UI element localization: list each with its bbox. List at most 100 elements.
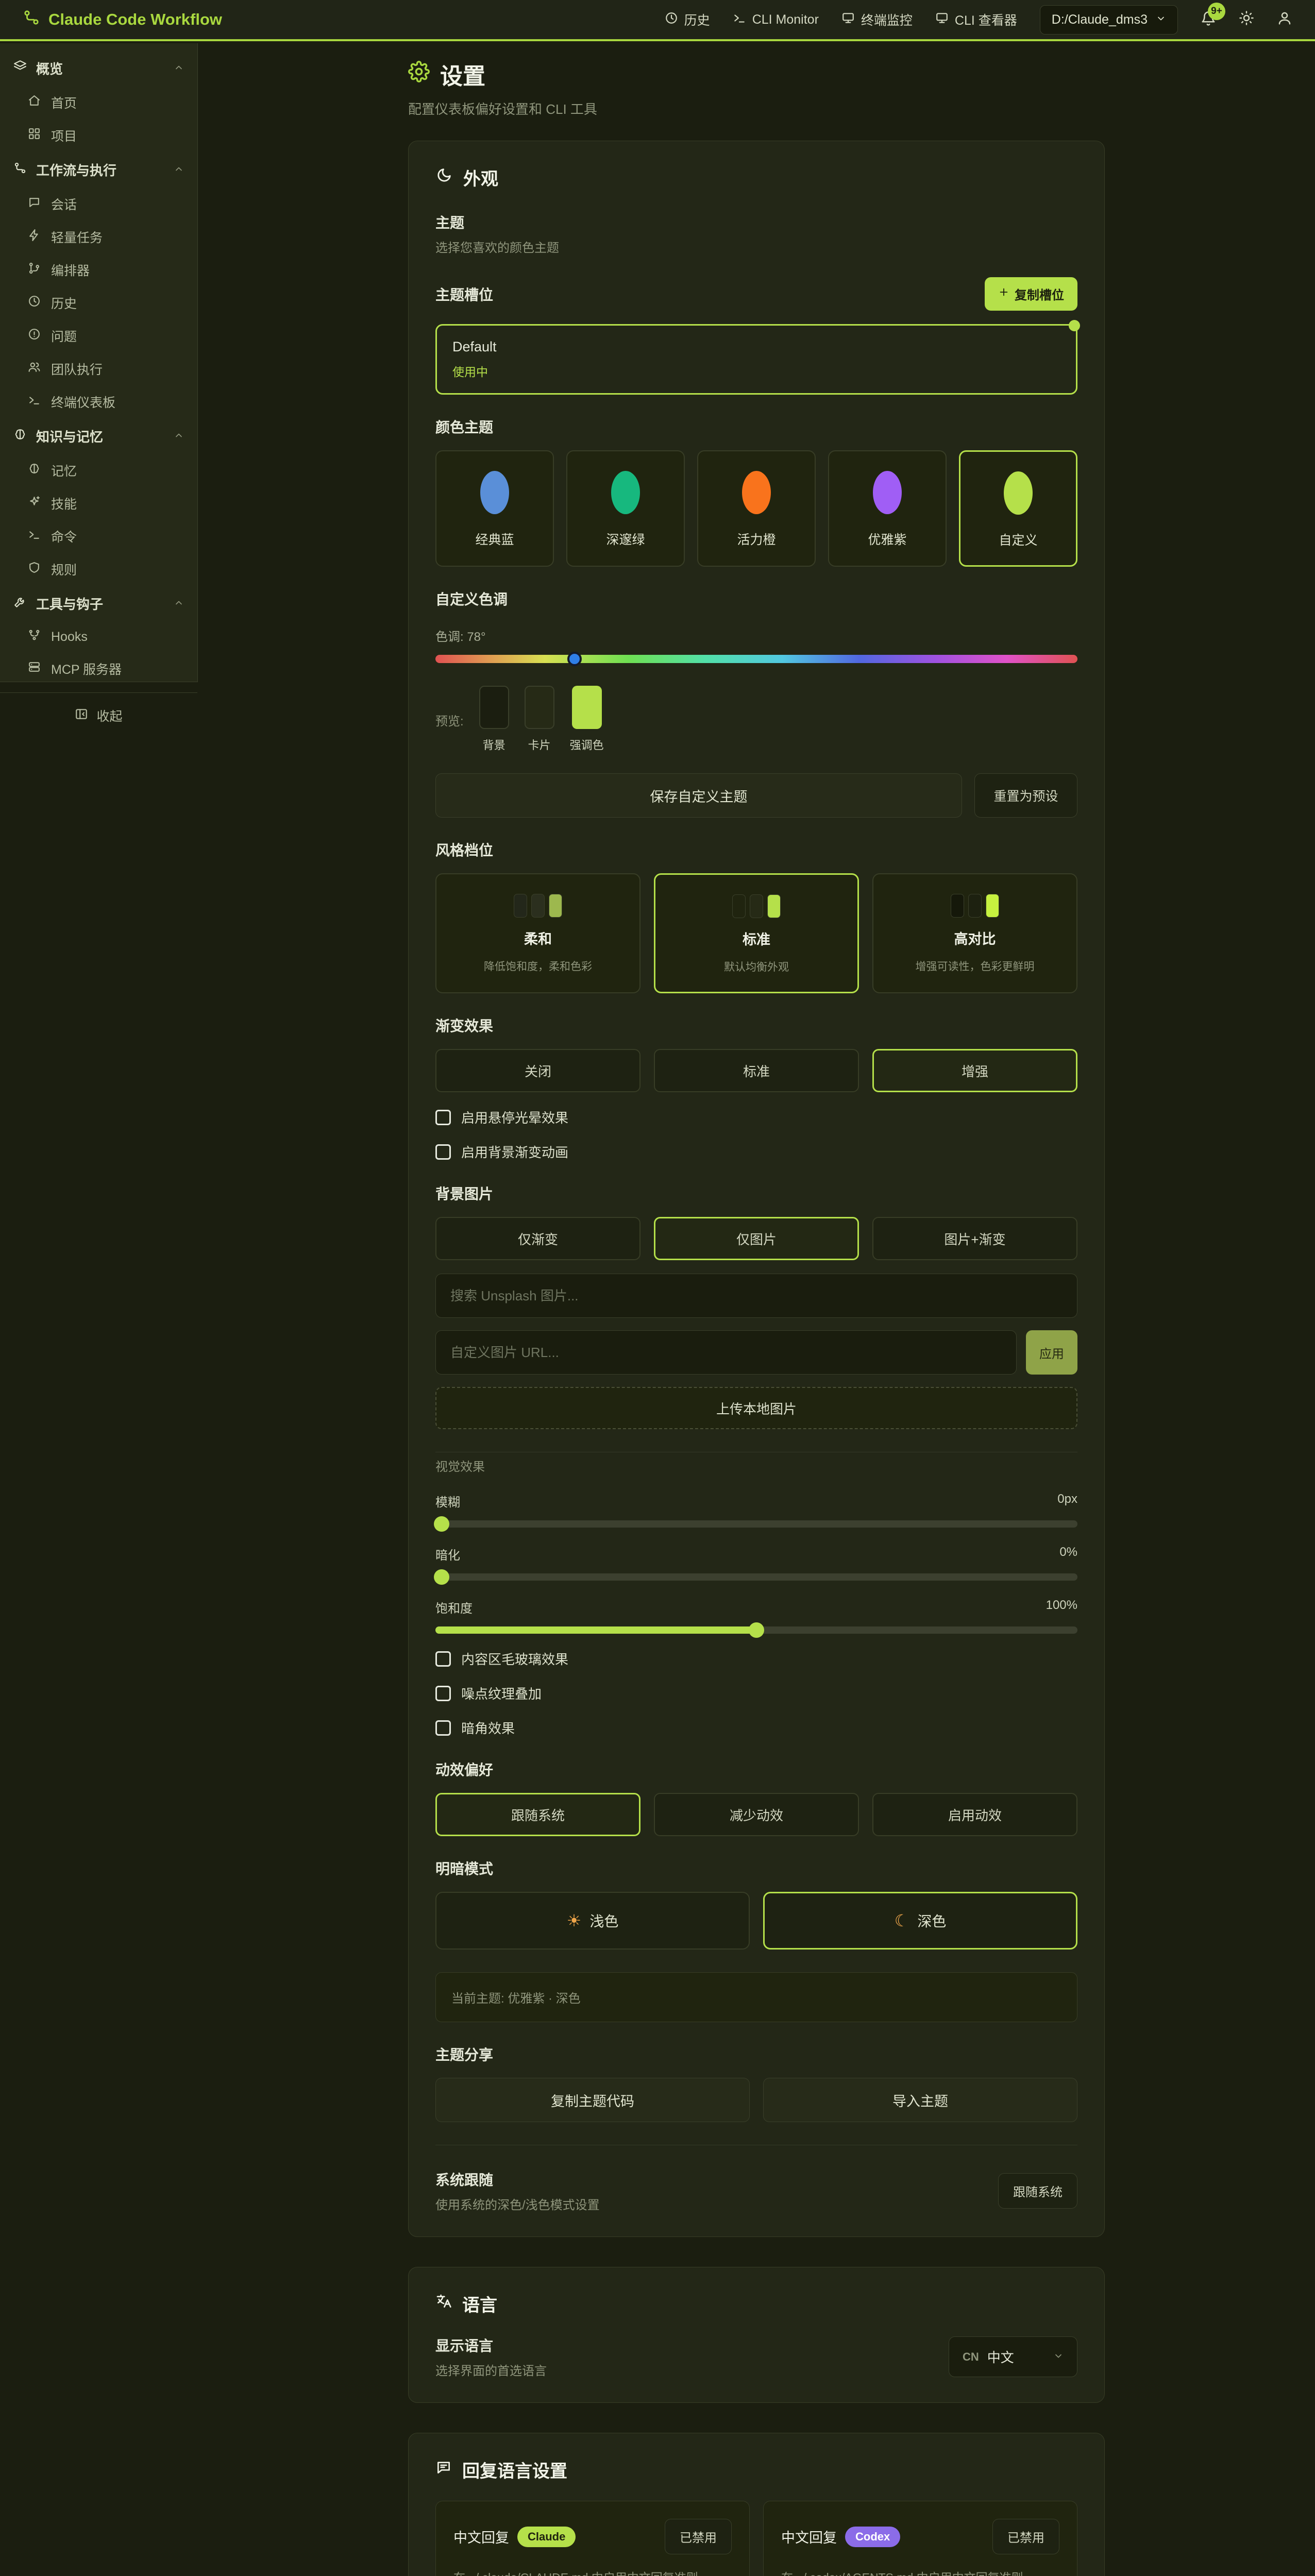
sidebar-item-commands[interactable]: 命令: [0, 520, 197, 553]
app-header: Claude Code Workflow 历史 CLI Monitor 终端监控…: [0, 0, 1315, 41]
darken-slider-thumb[interactable]: [434, 1569, 449, 1585]
language-card: 语言 显示语言 选择界面的首选语言 CN 中文: [408, 2267, 1105, 2403]
sidebar-item-memory[interactable]: 记忆: [0, 454, 197, 487]
theme-preset-vibrant-orange[interactable]: 活力橙: [697, 450, 816, 567]
nav-terminal-monitor[interactable]: 终端监控: [841, 10, 913, 29]
save-custom-theme-button[interactable]: 保存自定义主题: [435, 773, 962, 818]
toggle-disabled-button[interactable]: 已禁用: [665, 2519, 732, 2554]
sidebar-item-rules[interactable]: 规则: [0, 553, 197, 586]
notification-count-badge: 9+: [1208, 3, 1225, 20]
bg-mode-image-only-button[interactable]: 仅图片: [654, 1217, 859, 1260]
blur-slider-thumb[interactable]: [434, 1516, 449, 1532]
settings-page: 设置 配置仪表板偏好设置和 CLI 工具 外观 主题 选择您喜欢的颜色主题 主题…: [408, 58, 1105, 2576]
upload-local-image-button[interactable]: 上传本地图片: [435, 1387, 1077, 1429]
motion-enable-button[interactable]: 启用动效: [872, 1793, 1077, 1836]
motion-follow-system-button[interactable]: 跟随系统: [435, 1793, 640, 1836]
active-slot-dot: [1069, 320, 1080, 331]
theme-preset-elegant-purple[interactable]: 优雅紫: [828, 450, 947, 567]
frosted-glass-checkbox[interactable]: [435, 1651, 451, 1667]
style-tier-standard[interactable]: 标准 默认均衡外观: [654, 873, 859, 993]
clock-icon: [665, 11, 678, 28]
hover-glow-checkbox[interactable]: [435, 1110, 451, 1125]
sidebar-item-history[interactable]: 历史: [0, 286, 197, 319]
sidebar-group-knowledge[interactable]: 知识与记忆: [0, 418, 197, 454]
sidebar-group-tools[interactable]: 工具与钩子: [0, 586, 197, 621]
motion-reduce-button[interactable]: 减少动效: [654, 1793, 859, 1836]
sidebar-item-orchestrator[interactable]: 编排器: [0, 253, 197, 286]
bg-mode-image-gradient-button[interactable]: 图片+渐变: [872, 1217, 1077, 1260]
monitor-icon: [935, 11, 949, 28]
sidebar-item-light-tasks[interactable]: 轻量任务: [0, 221, 197, 253]
project-selector[interactable]: D:/Claude_dms3: [1040, 5, 1178, 35]
theme-preset-deep-green[interactable]: 深邃绿: [566, 450, 685, 567]
theme-preset-custom[interactable]: 自定义: [959, 450, 1077, 567]
alert-circle-icon: [28, 328, 41, 344]
dark-mode-button[interactable]: ☾ 深色: [763, 1892, 1077, 1950]
saturation-value: 100%: [1046, 1598, 1077, 1616]
nav-cli-monitor[interactable]: CLI Monitor: [733, 11, 819, 28]
sidebar-item-issues[interactable]: 问题: [0, 319, 197, 352]
darken-slider-block: 暗化 0%: [435, 1545, 1077, 1581]
notifications-bell-button[interactable]: 9+: [1201, 11, 1216, 29]
user-icon: [1277, 10, 1292, 29]
sidebar-item-home[interactable]: 首页: [0, 86, 197, 119]
noise-texture-checkbox[interactable]: [435, 1686, 451, 1701]
nav-history[interactable]: 历史: [665, 10, 710, 29]
style-tier-soft[interactable]: 柔和 降低饱和度，柔和色彩: [435, 873, 640, 993]
sidebar-group-overview[interactable]: 概览: [0, 50, 197, 86]
sidebar-item-sessions[interactable]: 会话: [0, 188, 197, 221]
style-tier-high-contrast[interactable]: 高对比 增强可读性，色彩更鲜明: [872, 873, 1077, 993]
vignette-checkbox[interactable]: [435, 1720, 451, 1736]
chevron-down-icon: [1156, 12, 1166, 27]
unsplash-search-input[interactable]: [435, 1274, 1077, 1318]
theme-slot-default[interactable]: Default 使用中: [435, 324, 1077, 395]
user-menu-button[interactable]: [1277, 10, 1292, 29]
theme-toggle-button[interactable]: [1239, 10, 1254, 29]
brain-icon: [28, 462, 41, 479]
sidebar-item-team-execution[interactable]: 团队执行: [0, 352, 197, 385]
chevron-down-icon: [1053, 2349, 1064, 2365]
sidebar-collapse-button[interactable]: 收起: [0, 693, 197, 738]
copy-slot-button[interactable]: 复制槽位: [985, 277, 1077, 311]
system-follow-button[interactable]: 跟随系统: [998, 2173, 1077, 2209]
preview-accent: 强调色: [570, 686, 604, 753]
blur-slider[interactable]: [435, 1520, 1077, 1528]
reply-language-card: 回复语言设置 中文回复 Claude 已禁用 在 ~/.claude/CLAUD…: [408, 2433, 1105, 2576]
custom-image-url-input[interactable]: [435, 1330, 1017, 1375]
copy-theme-code-button[interactable]: 复制主题代码: [435, 2078, 750, 2122]
gradient-enhanced-button[interactable]: 增强: [872, 1049, 1077, 1092]
preview-background: 背景: [479, 686, 509, 753]
bg-image-label: 背景图片: [435, 1183, 1077, 1204]
reset-to-preset-button[interactable]: 重置为预设: [974, 773, 1077, 818]
app-title: Claude Code Workflow: [48, 10, 222, 29]
hue-slider-thumb[interactable]: [567, 652, 582, 666]
light-mode-button[interactable]: ☀ 浅色: [435, 1892, 750, 1950]
gradient-off-button[interactable]: 关闭: [435, 1049, 640, 1092]
saturation-slider[interactable]: [435, 1626, 1077, 1634]
moon-icon: ☾: [895, 1911, 909, 1930]
toggle-disabled-button[interactable]: 已禁用: [992, 2519, 1059, 2554]
sidebar-item-hooks[interactable]: Hooks: [0, 621, 197, 652]
terminal-icon: [28, 528, 41, 545]
sidebar-item-skills[interactable]: 技能: [0, 487, 197, 520]
claude-badge: Claude: [517, 2527, 576, 2547]
import-theme-button[interactable]: 导入主题: [763, 2078, 1077, 2122]
sidebar-item-projects[interactable]: 项目: [0, 119, 197, 152]
sidebar-group-workflow[interactable]: 工作流与执行: [0, 152, 197, 188]
bg-gradient-anim-checkbox[interactable]: [435, 1144, 451, 1160]
sidebar-item-terminal-dashboard[interactable]: 终端仪表板: [0, 385, 197, 418]
nav-cli-viewer[interactable]: CLI 查看器: [935, 10, 1017, 29]
apply-url-button[interactable]: 应用: [1026, 1330, 1077, 1375]
darken-slider[interactable]: [435, 1573, 1077, 1581]
theme-preset-classic-blue[interactable]: 经典蓝: [435, 450, 554, 567]
display-language-label: 显示语言: [435, 2335, 547, 2355]
darken-value: 0%: [1059, 1545, 1077, 1563]
display-language-select[interactable]: CN 中文: [949, 2336, 1077, 2377]
chat-icon: [435, 2459, 452, 2480]
bg-mode-gradient-only-button[interactable]: 仅渐变: [435, 1217, 640, 1260]
sidebar-item-mcp-servers[interactable]: MCP 服务器: [0, 652, 197, 685]
saturation-slider-thumb[interactable]: [749, 1622, 764, 1638]
hue-value: 色调: 78°: [435, 626, 1077, 645]
gradient-standard-button[interactable]: 标准: [654, 1049, 859, 1092]
hue-slider[interactable]: [435, 655, 1077, 663]
